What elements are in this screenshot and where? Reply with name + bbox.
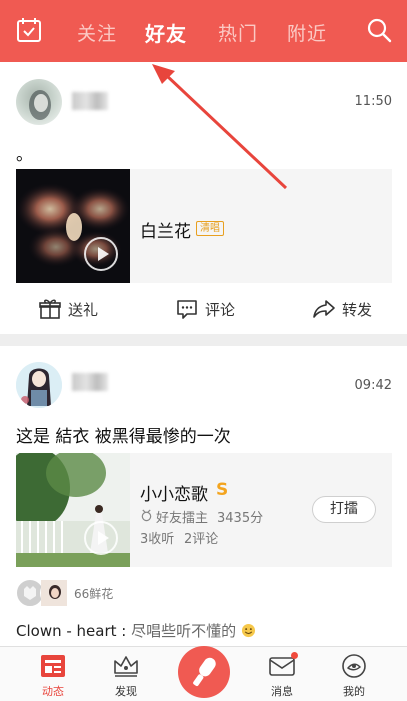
- song-card[interactable]: 小小恋歌 S 好友擂主 3435分 3收听 2评论 打擂: [16, 453, 392, 567]
- play-icon[interactable]: [84, 521, 118, 555]
- gift-button[interactable]: 送礼: [38, 289, 98, 329]
- avatar-image: [16, 362, 62, 408]
- post-caption: 这是 結衣 被黑得最惨的一次: [16, 427, 231, 447]
- username-blurred: [72, 92, 108, 110]
- play-icon[interactable]: [84, 237, 118, 271]
- share-button[interactable]: 转发: [312, 289, 372, 329]
- gift-icon: [39, 299, 61, 319]
- feed-post: 11:50 。 白兰花 清唱 送礼 评论 转发: [0, 62, 407, 334]
- avatar-image: [29, 90, 51, 120]
- avatar[interactable]: [16, 79, 62, 125]
- comment-label: 评论: [205, 300, 236, 319]
- tab-following[interactable]: 关注: [77, 19, 117, 46]
- nav-messages[interactable]: 消息: [252, 653, 312, 699]
- unread-badge: [291, 652, 298, 659]
- post-actions: 送礼 评论 转发: [0, 289, 407, 329]
- calendar-check-icon[interactable]: [16, 17, 42, 43]
- medal-icon: [141, 509, 152, 522]
- comment-count: 2评论: [184, 532, 219, 547]
- comment-preview[interactable]: Clown - heart : 尽唱些听不懂的: [16, 620, 256, 641]
- song-title: 白兰花: [140, 222, 191, 242]
- feed-post: 09:42 这是 結衣 被黑得最惨的一次 小小恋歌 S 好友擂主 3435分 3…: [0, 346, 407, 646]
- feed-divider: [0, 334, 407, 346]
- share-icon: [313, 300, 335, 318]
- record-button[interactable]: [178, 646, 230, 698]
- avatar-image: [41, 580, 67, 606]
- crown-icon: [114, 656, 138, 677]
- post-time: 11:50: [354, 94, 392, 109]
- username-blurred: [72, 373, 108, 391]
- listen-count: 3收听: [140, 532, 175, 547]
- smiley-emoji-icon: [241, 623, 255, 638]
- nav-profile-label: 我的: [343, 685, 365, 698]
- comment-user[interactable]: Clown - heart: [16, 622, 117, 640]
- top-bar: 关注 好友 热门 附近: [0, 0, 407, 62]
- song-title: 小小恋歌: [140, 485, 208, 505]
- nav-discover[interactable]: 发现: [96, 653, 156, 699]
- nav-feed[interactable]: 动态: [23, 653, 83, 699]
- challenge-button[interactable]: 打擂: [312, 496, 376, 523]
- host-label: 好友擂主: [156, 511, 209, 526]
- nav-profile[interactable]: 我的: [324, 653, 384, 699]
- tab-friends[interactable]: 好友: [145, 18, 187, 47]
- comment-text: 尽唱些听不懂的: [131, 622, 237, 640]
- comment-separator: :: [116, 622, 132, 640]
- song-cover: [16, 169, 130, 283]
- avatar[interactable]: [16, 362, 62, 408]
- nav-discover-label: 发现: [115, 685, 137, 698]
- search-icon[interactable]: [366, 17, 392, 43]
- feed-icon: [41, 655, 65, 677]
- flower-count: 66鲜花: [74, 587, 114, 601]
- post-time: 09:42: [354, 378, 392, 393]
- avatar: [40, 579, 68, 607]
- flower-givers[interactable]: 66鲜花: [16, 579, 156, 607]
- tab-hot[interactable]: 热门: [218, 19, 258, 46]
- gift-label: 送礼: [68, 300, 99, 319]
- rank-s-badge: S: [216, 480, 229, 500]
- share-label: 转发: [342, 300, 373, 319]
- microphone-icon: [193, 657, 216, 687]
- comment-button[interactable]: 评论: [175, 289, 235, 329]
- post-caption: 。: [16, 145, 33, 165]
- comment-icon: [177, 300, 197, 319]
- song-cover: [16, 453, 130, 567]
- nav-messages-label: 消息: [271, 685, 293, 698]
- profile-icon: [342, 654, 366, 678]
- nav-feed-label: 动态: [42, 685, 64, 698]
- tab-nearby[interactable]: 附近: [287, 19, 327, 46]
- song-card[interactable]: 白兰花 清唱: [16, 169, 392, 283]
- acapella-tag: 清唱: [196, 221, 224, 236]
- score-value: 3435分: [217, 511, 264, 526]
